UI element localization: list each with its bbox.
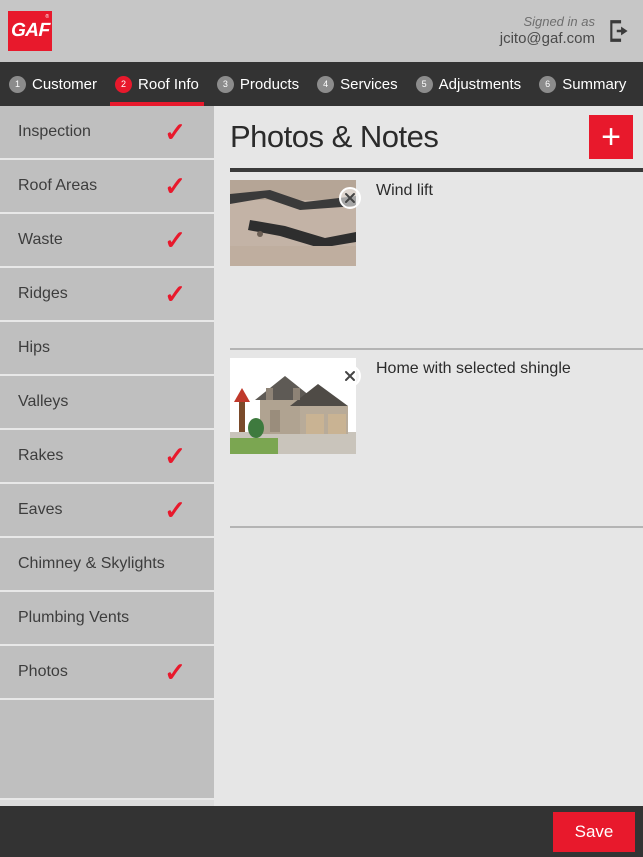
sidebar-item-waste[interactable]: Waste ✓ — [0, 214, 214, 268]
photo-thumbnail[interactable] — [230, 358, 361, 526]
tab-label: Products — [239, 75, 300, 93]
checkmark-icon: ✓ — [164, 171, 186, 201]
checkmark-icon: ✓ — [164, 279, 186, 309]
sidebar-item-label: Hips — [18, 339, 51, 356]
tab-summary[interactable]: 6 Summary — [530, 62, 635, 106]
tab-number-badge: 3 — [216, 75, 234, 93]
photo-note[interactable]: Home with selected shingle — [376, 358, 571, 526]
sidebar-item-ridges[interactable]: Ridges ✓ — [0, 268, 214, 322]
tab-label: Services — [340, 75, 398, 93]
tab-roof-info[interactable]: 2 Roof Info — [106, 62, 208, 106]
sidebar-item-label: Ridges — [18, 285, 68, 302]
sidebar-item-label: Rakes — [18, 447, 64, 464]
sidebar-empty-area — [0, 700, 214, 800]
sidebar-item-eaves[interactable]: Eaves ✓ — [0, 484, 214, 538]
photo-list: Wind lift Home with selected shingle — [230, 172, 643, 528]
step-tab-strip: 1 Customer 2 Roof Info 3 Products 4 Services 5 Ad… — [0, 62, 643, 106]
add-photo-button[interactable]: + — [589, 115, 633, 159]
sidebar-item-rakes[interactable]: Rakes ✓ — [0, 430, 214, 484]
footer-bar: Save — [0, 806, 643, 857]
checkmark-icon: ✓ — [164, 117, 186, 147]
checkmark-icon: ✓ — [164, 657, 186, 687]
checkmark-icon: ✓ — [164, 495, 186, 525]
sidebar-item-hips[interactable]: Hips — [0, 322, 214, 376]
photo-thumbnail[interactable] — [230, 180, 361, 348]
tab-label: Adjustments — [438, 75, 522, 93]
sidebar-item-label: Waste — [18, 231, 63, 248]
tab-number-badge: 6 — [539, 75, 557, 93]
delete-photo-button[interactable] — [338, 364, 362, 388]
sign-out-icon[interactable] — [607, 18, 633, 44]
signed-in-block: Signed in as jcito@gaf.com — [500, 14, 595, 49]
checkmark-icon: ✓ — [164, 225, 186, 255]
tab-label: Roof Info — [138, 75, 199, 93]
user-email: jcito@gaf.com — [499, 29, 595, 47]
plus-icon: + — [601, 118, 621, 156]
sidebar-item-label: Roof Areas — [18, 177, 98, 194]
delete-photo-button[interactable] — [338, 186, 362, 210]
sidebar-item-valleys[interactable]: Valleys — [0, 376, 214, 430]
sidebar-item-chimney-skylights[interactable]: Chimney & Skylights — [0, 538, 214, 592]
sidebar-item-label: Valleys — [18, 393, 69, 410]
photo-note[interactable]: Wind lift — [376, 180, 433, 348]
roof-info-sidebar: Inspection ✓ Roof Areas ✓ Waste ✓ Ridges ✓ Hips V… — [0, 106, 232, 806]
sidebar-item-roof-areas[interactable]: Roof Areas ✓ — [0, 160, 214, 214]
tab-number-badge: 4 — [317, 75, 335, 93]
sidebar-item-plumbing-vents[interactable]: Plumbing Vents — [0, 592, 214, 646]
main-header: Photos & Notes + — [230, 106, 643, 168]
page-title: Photos & Notes — [230, 119, 439, 154]
logo-text: GAF — [10, 20, 50, 41]
tab-customer[interactable]: 1 Customer — [0, 62, 106, 106]
tab-services[interactable]: 4 Services — [308, 62, 407, 106]
gaf-logo: GAF ® — [8, 11, 52, 51]
tab-label: Customer — [32, 75, 98, 93]
trademark-symbol: ® — [45, 14, 49, 20]
sidebar-item-label: Eaves — [18, 501, 63, 518]
tab-label: Summary — [562, 75, 627, 93]
photo-row: Wind lift — [230, 172, 643, 350]
top-bar: GAF ® Signed in as jcito@gaf.com — [0, 0, 643, 62]
sidebar-item-label: Photos — [18, 663, 68, 680]
tab-number-badge: 5 — [415, 75, 433, 93]
signed-in-label: Signed in as — [523, 13, 595, 29]
save-button[interactable]: Save — [553, 811, 635, 852]
account-area: Signed in as jcito@gaf.com — [500, 14, 633, 49]
sidebar-item-label: Chimney & Skylights — [18, 555, 165, 572]
checkmark-icon: ✓ — [164, 441, 186, 471]
tab-products[interactable]: 3 Products — [208, 62, 308, 106]
main-panel: Photos & Notes + Wind lift Home with sele… — [214, 106, 643, 806]
sidebar-item-label: Plumbing Vents — [18, 609, 130, 626]
tab-adjustments[interactable]: 5 Adjustments — [407, 62, 531, 106]
photo-row: Home with selected shingle — [230, 350, 643, 528]
sidebar-item-inspection[interactable]: Inspection ✓ — [0, 106, 214, 160]
tab-number-badge: 1 — [9, 75, 26, 93]
tab-number-badge: 2 — [115, 75, 133, 93]
sidebar-item-photos[interactable]: Photos ✓ — [0, 646, 232, 700]
sidebar-item-label: Inspection — [18, 123, 91, 140]
